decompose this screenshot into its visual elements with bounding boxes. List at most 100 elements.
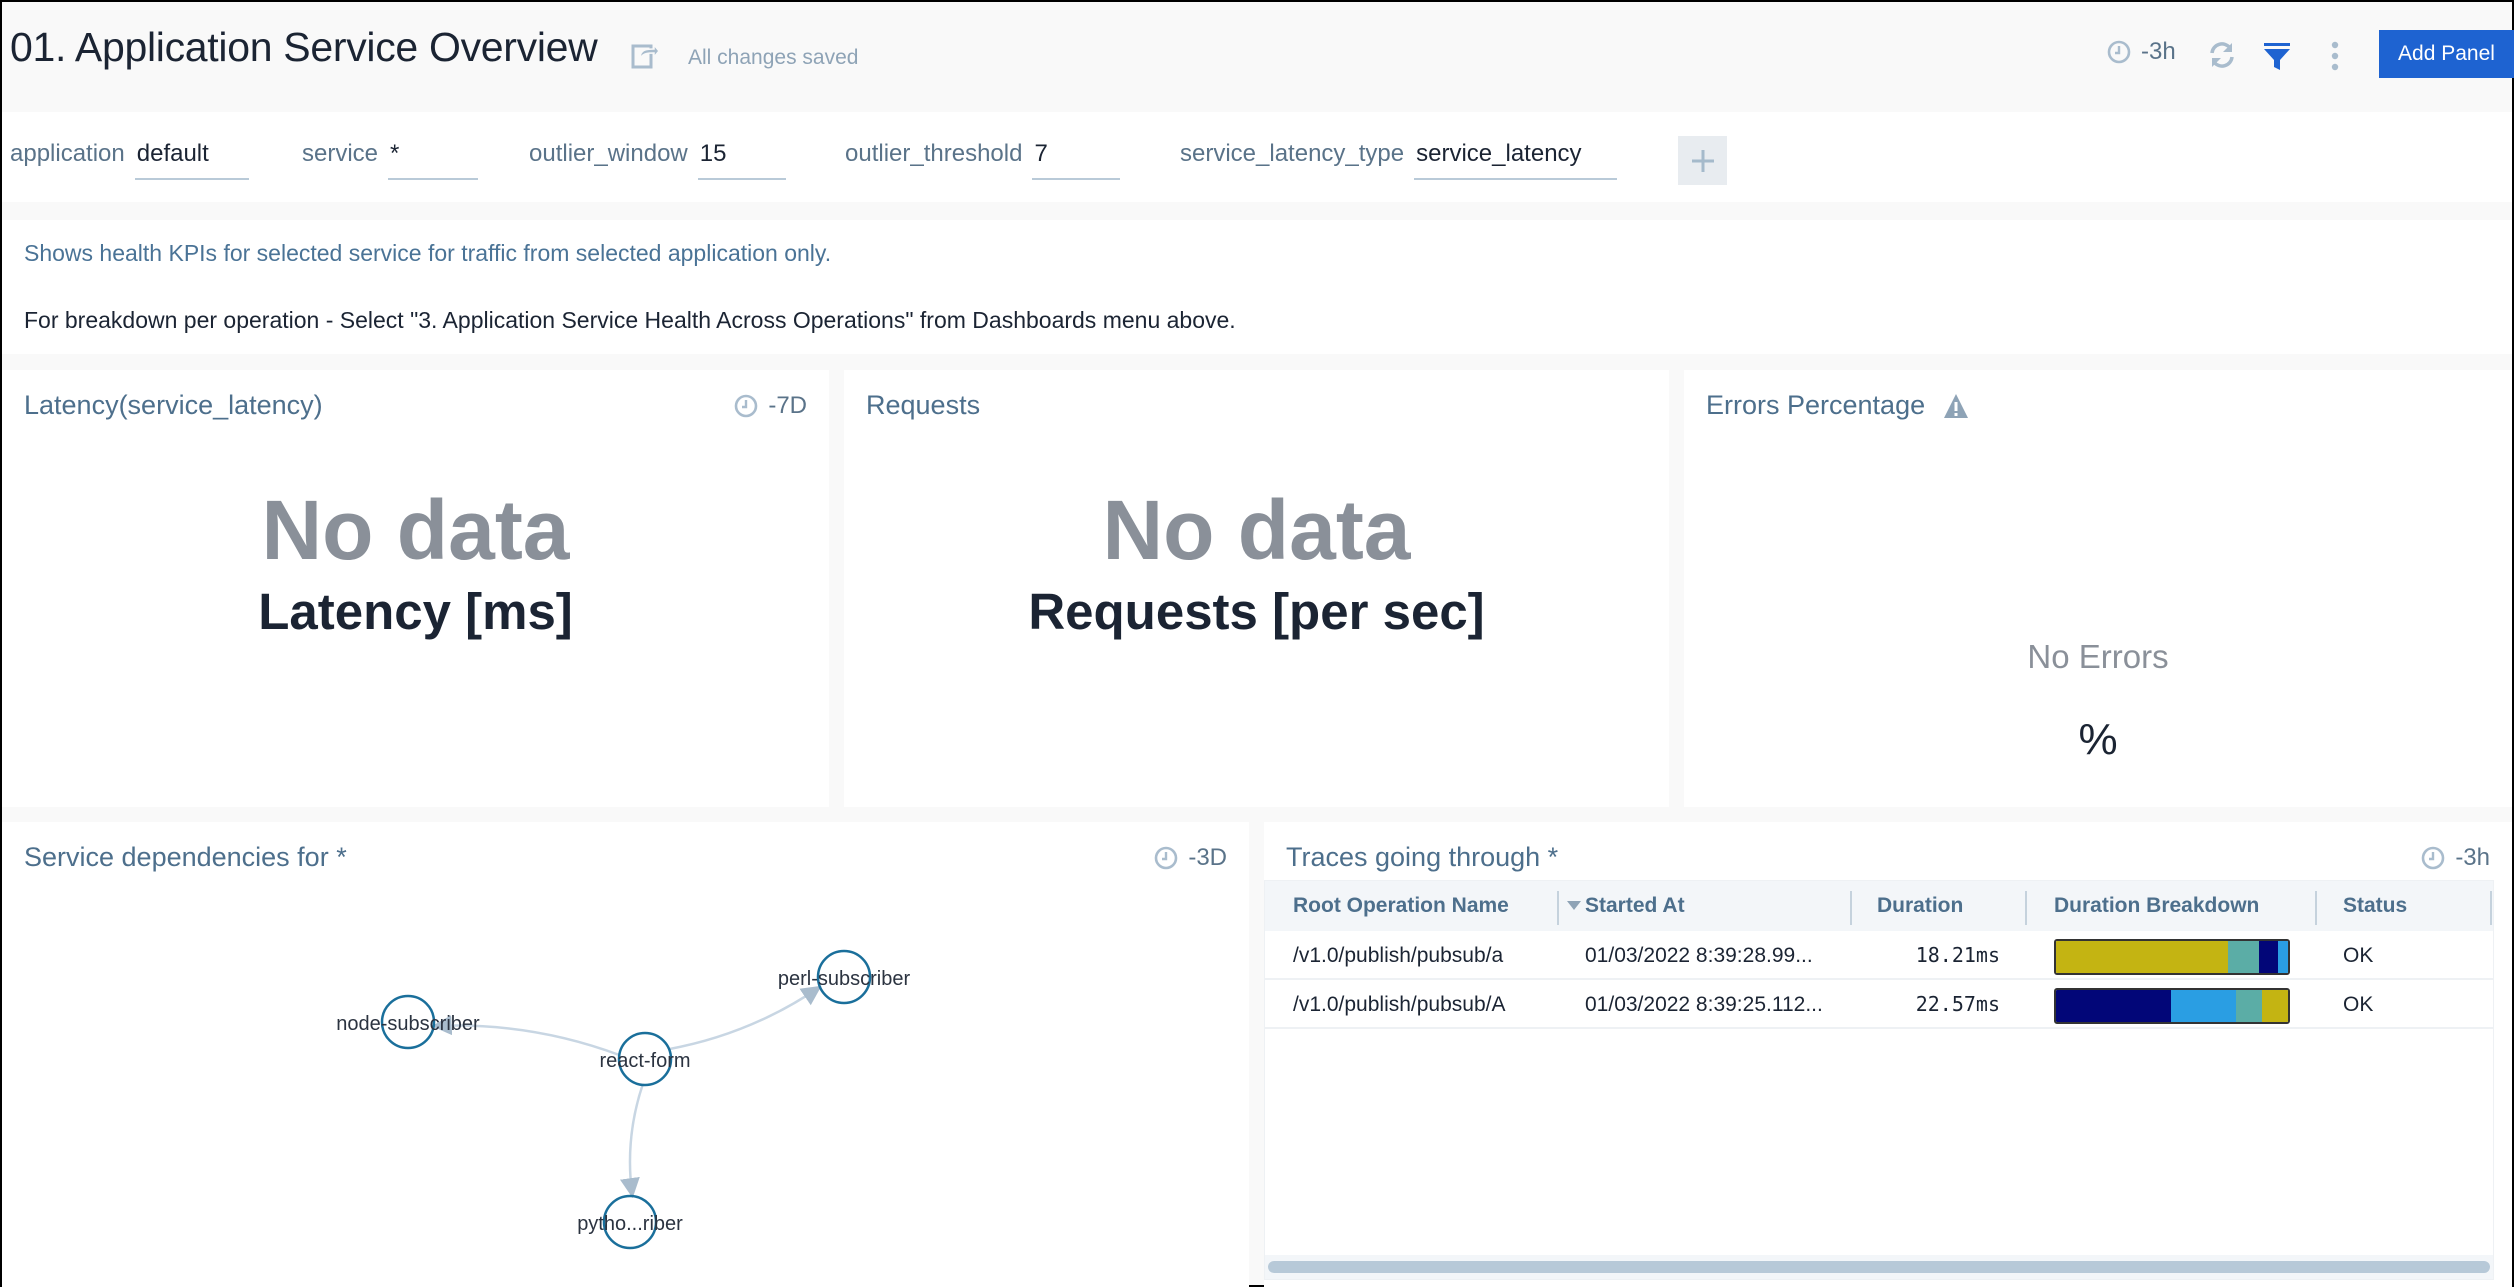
variable-label: outlier_threshold	[845, 140, 1023, 167]
no-errors-value: No Errors	[2027, 638, 2169, 675]
dependency-graph[interactable]: react-form node-subscriber perl-subscriber…	[2, 822, 1249, 1287]
filter-icon[interactable]	[2262, 40, 2292, 72]
service-node-label: node-subscriber	[336, 1013, 480, 1035]
add-panel-button[interactable]: Add Panel	[2379, 30, 2514, 78]
duration-segment	[2056, 990, 2171, 1022]
description-text: For breakdown per operation - Select "3.…	[24, 307, 1236, 333]
variable-label: application	[10, 140, 125, 167]
column-header-started-at[interactable]: Started At	[1585, 881, 1685, 931]
dependency-edge[interactable]	[668, 985, 822, 1051]
panel-time-range: -3h	[2421, 844, 2490, 872]
variable-service: service	[302, 138, 479, 180]
duration-segment	[2262, 990, 2288, 1022]
requests-panel: Requests No data Requests [per sec]	[844, 370, 1669, 807]
root-operation-cell[interactable]: /v1.0/publish/pubsub/a	[1293, 931, 1503, 980]
table-header: Root Operation Name Started At Duration …	[1265, 881, 2493, 931]
duration-segment	[2227, 941, 2259, 973]
errors-panel: Errors Percentage No Errors %	[1684, 370, 2512, 807]
time-range-label: -3h	[2455, 844, 2490, 871]
variables-bar: application service outlier_window outli…	[2, 112, 2512, 202]
warning-icon[interactable]	[1943, 393, 1969, 419]
duration-segment	[2235, 990, 2263, 1022]
column-resize-handle[interactable]	[1850, 891, 1852, 925]
duration-segment	[2170, 990, 2236, 1022]
panel-title[interactable]: Latency(service_latency)	[24, 390, 323, 421]
column-header-root-operation[interactable]: Root Operation Name	[1293, 881, 1509, 931]
service-node-label: perl-subscriber	[778, 968, 911, 990]
service-node-label: react-form	[599, 1050, 690, 1072]
time-range-label: -7D	[768, 392, 807, 419]
service-input[interactable]	[388, 138, 479, 180]
panel-title[interactable]: Traces going through *	[1286, 842, 1558, 873]
column-header-status[interactable]: Status	[2343, 881, 2407, 931]
save-status: All changes saved	[688, 46, 859, 69]
horizontal-scrollbar-thumb[interactable]	[1268, 1261, 2490, 1273]
column-resize-handle[interactable]	[2025, 891, 2027, 925]
traces-table: Root Operation Name Started At Duration …	[1264, 880, 2494, 1280]
service-node[interactable]: pytho...riber	[577, 1194, 683, 1250]
service-latency-type-input[interactable]	[1414, 138, 1618, 180]
variable-outlier-window: outlier_window	[529, 138, 786, 180]
service-node[interactable]: react-form	[599, 1031, 691, 1087]
dependency-edge[interactable]	[619, 1084, 644, 1199]
panel-title[interactable]: Errors Percentage	[1706, 390, 1925, 421]
root-operation-cell[interactable]: /v1.0/publish/pubsub/A	[1293, 980, 1505, 1029]
clock-icon	[735, 394, 758, 418]
column-header-duration-breakdown[interactable]: Duration Breakdown	[2054, 881, 2259, 931]
panel-title[interactable]: Requests	[866, 390, 980, 421]
duration-cell: 22.57ms	[1915, 992, 2000, 1016]
variable-label: outlier_window	[529, 140, 688, 167]
dashboard-header: 01. Application Service Overview All cha…	[2, 2, 2514, 112]
traces-panel: Traces going through * -3h Root Operatio…	[1264, 822, 2512, 1287]
application-input[interactable]	[134, 138, 249, 180]
service-node[interactable]: perl-subscriber	[778, 949, 911, 1005]
value-unit: Latency [ms]	[258, 583, 573, 640]
outlier-threshold-input[interactable]	[1032, 138, 1121, 180]
clock-icon	[2422, 846, 2445, 870]
share-icon[interactable]	[630, 40, 660, 70]
duration-breakdown-bar[interactable]	[2054, 988, 2290, 1024]
description-highlight: Shows health KPIs for selected service f…	[24, 240, 832, 266]
time-range-label: -3h	[2141, 38, 2176, 65]
started-at-cell: 01/03/2022 8:39:25.112...	[1585, 993, 1823, 1016]
status-cell: OK	[2343, 993, 2374, 1016]
description-panel: Shows health KPIs for selected service f…	[2, 220, 2512, 354]
latency-panel: Latency(service_latency) -7D No data Lat…	[2, 370, 829, 807]
panel-time-range: -7D	[734, 392, 807, 420]
more-vertical-icon[interactable]	[2328, 40, 2342, 72]
status-cell: OK	[2343, 944, 2374, 967]
variable-outlier-threshold: outlier_threshold	[845, 138, 1121, 180]
dashboard-title[interactable]: 01. Application Service Overview	[10, 24, 598, 71]
duration-cell: 18.21ms	[1915, 943, 2000, 967]
refresh-icon[interactable]	[2206, 39, 2238, 71]
outlier-window-input[interactable]	[697, 138, 786, 180]
duration-breakdown-bar[interactable]	[2054, 939, 2290, 975]
no-data-value: No data	[261, 483, 570, 577]
column-resize-handle[interactable]	[1557, 891, 1559, 925]
column-resize-handle[interactable]	[2315, 891, 2317, 925]
panel-title-row: Errors Percentage	[1706, 390, 1969, 421]
time-range-picker[interactable]: -3h	[2107, 38, 2176, 66]
started-at-cell: 01/03/2022 8:39:28.99...	[1585, 944, 1813, 967]
no-data-value: No data	[1102, 483, 1411, 577]
sort-desc-icon[interactable]	[1567, 901, 1581, 911]
clock-icon	[2107, 40, 2131, 64]
duration-segment	[2056, 941, 2228, 973]
service-node-label: pytho...riber	[577, 1213, 683, 1235]
variable-label: service	[302, 140, 379, 167]
variable-service-latency-type: service_latency_type	[1180, 138, 1618, 180]
table-row[interactable]: /v1.0/publish/pubsub/A 01/03/2022 8:39:2…	[1265, 980, 2493, 1029]
service-node[interactable]: node-subscriber	[336, 994, 480, 1050]
value-unit: %	[2078, 715, 2118, 764]
variable-application: application	[10, 138, 249, 180]
variable-label: service_latency_type	[1180, 140, 1405, 167]
column-header-duration[interactable]: Duration	[1877, 881, 1963, 931]
value-unit: Requests [per sec]	[1028, 583, 1485, 640]
duration-segment	[2277, 941, 2288, 973]
table-row[interactable]: /v1.0/publish/pubsub/a 01/03/2022 8:39:2…	[1265, 931, 2493, 980]
add-variable-button[interactable]	[1678, 136, 1727, 185]
column-resize-handle[interactable]	[2490, 891, 2492, 925]
service-dependencies-panel: Service dependencies for * -3D react-for…	[2, 822, 1249, 1287]
plus-icon	[1691, 149, 1714, 172]
duration-segment	[2258, 941, 2278, 973]
